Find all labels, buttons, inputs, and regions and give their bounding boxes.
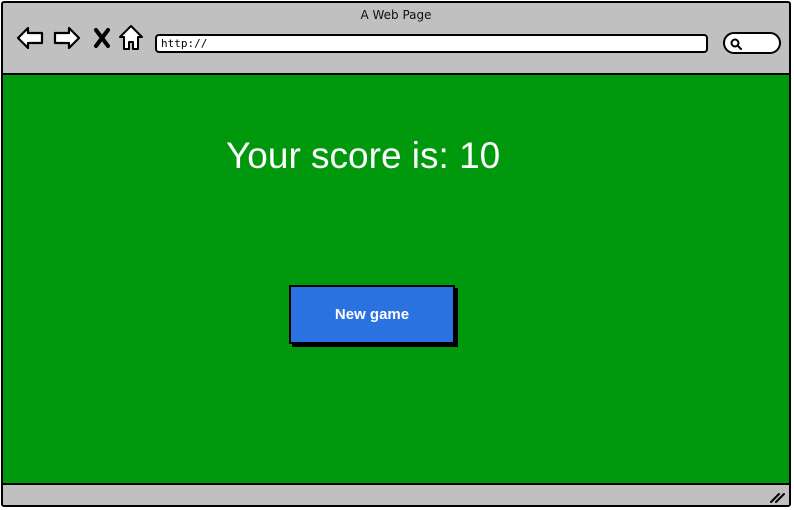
close-icon[interactable] [89,23,119,53]
address-bar[interactable]: http:// [155,34,708,53]
forward-arrow-icon[interactable] [52,23,82,53]
search-box[interactable] [723,32,781,54]
resize-grip-icon[interactable] [769,489,785,503]
search-icon [730,38,742,50]
window-title: A Web Page [360,8,432,22]
score-text: Your score is: 10 [226,135,501,176]
back-arrow-icon[interactable] [15,23,45,53]
home-icon[interactable] [116,23,146,53]
browser-window: A Web Page http:// Your score is: 10 New… [1,1,791,507]
status-bar [3,485,789,505]
page-content: Your score is: 10 New game [3,73,789,485]
new-game-button[interactable]: New game [289,285,455,344]
